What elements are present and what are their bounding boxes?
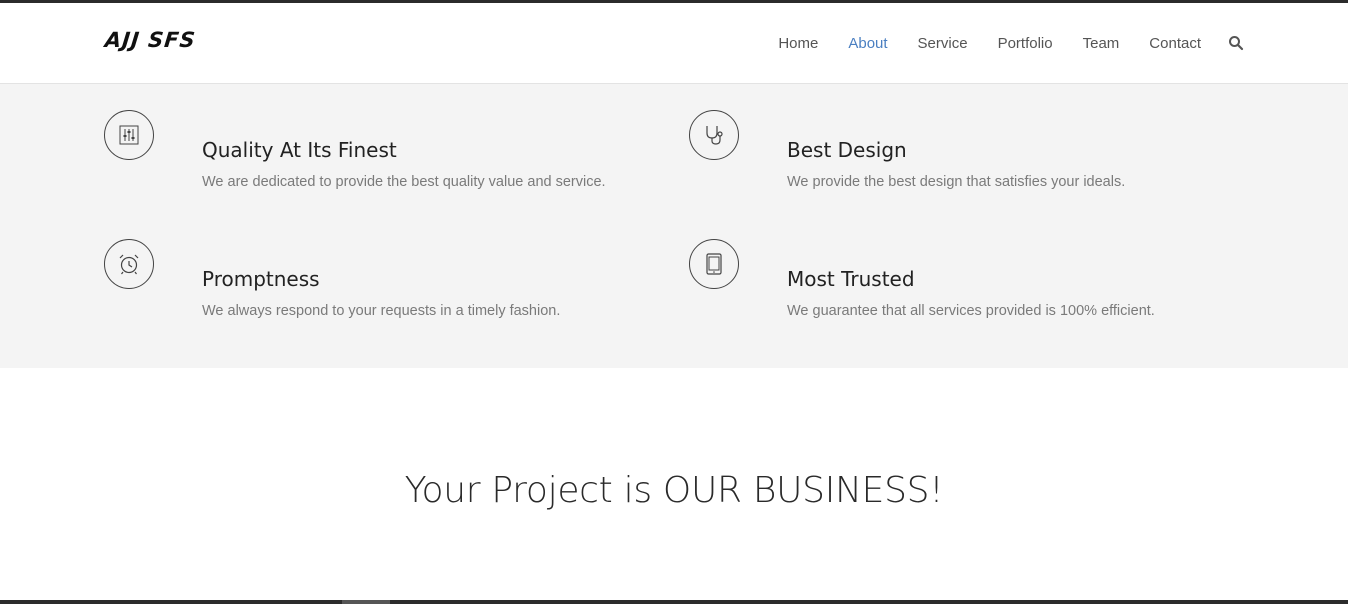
nav-home[interactable]: Home xyxy=(778,35,818,52)
tablet-icon xyxy=(689,239,739,289)
feature-desc: We guarantee that all services provided … xyxy=(787,303,1155,319)
tagline-heading: Your Project is OUR BUSINESS! xyxy=(404,470,944,511)
nav-about[interactable]: About xyxy=(848,35,887,52)
feature-promptness: Promptness We always respond to your req… xyxy=(104,239,664,319)
feature-quality: Quality At Its Finest We are dedicated t… xyxy=(104,110,664,190)
feature-design: Best Design We provide the best design t… xyxy=(689,110,1249,190)
alarm-clock-icon xyxy=(104,239,154,289)
feature-desc: We provide the best design that satisfie… xyxy=(787,174,1126,190)
site-logo[interactable]: AJJ SFS xyxy=(104,28,197,52)
main-nav: Home About Service Portfolio Team Contac… xyxy=(748,3,1244,84)
nav-portfolio[interactable]: Portfolio xyxy=(998,35,1053,52)
feature-desc: We are dedicated to provide the best qua… xyxy=(202,174,606,190)
nav-contact[interactable]: Contact xyxy=(1149,35,1201,52)
feature-title: Best Design xyxy=(787,138,907,162)
feature-trusted: Most Trusted We guarantee that all servi… xyxy=(689,239,1249,319)
nav-service[interactable]: Service xyxy=(918,35,968,52)
bottom-border xyxy=(0,600,1348,604)
sliders-icon xyxy=(104,110,154,160)
feature-desc: We always respond to your requests in a … xyxy=(202,303,561,319)
search-icon[interactable] xyxy=(1228,35,1244,51)
site-header: AJJ SFS Home About Service Portfolio Tea… xyxy=(0,3,1348,84)
feature-title: Most Trusted xyxy=(787,267,915,291)
feature-title: Promptness xyxy=(202,267,320,291)
nav-team[interactable]: Team xyxy=(1083,35,1120,52)
features-section: Quality At Its Finest We are dedicated t… xyxy=(0,84,1348,368)
stethoscope-icon xyxy=(689,110,739,160)
bottom-tab-indicator xyxy=(342,600,390,604)
feature-title: Quality At Its Finest xyxy=(202,138,397,162)
